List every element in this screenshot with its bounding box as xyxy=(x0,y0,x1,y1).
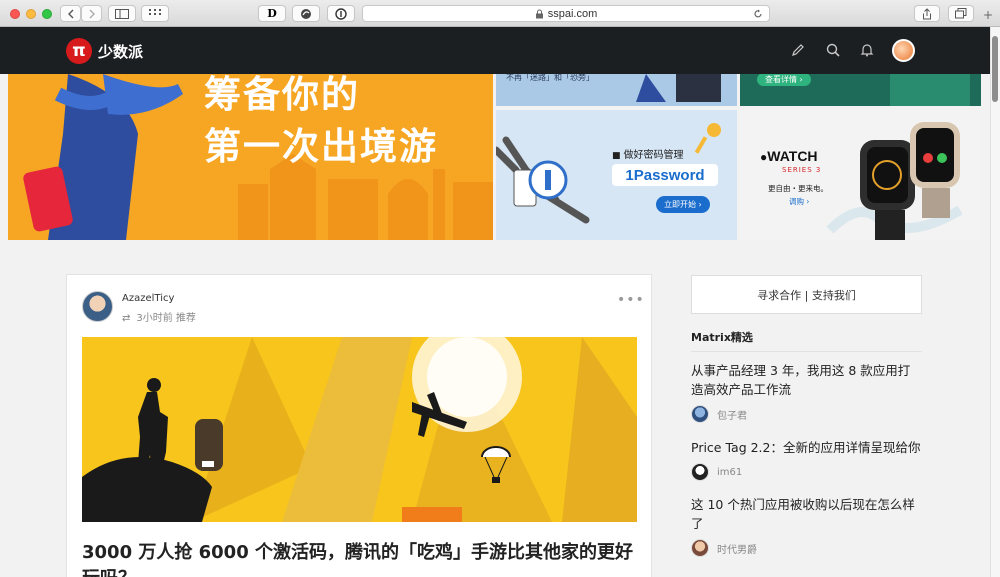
write-button[interactable] xyxy=(790,42,806,58)
tabs-icon xyxy=(955,8,967,19)
cooperation-button[interactable]: 寻求合作 | 支持我们 xyxy=(691,275,922,314)
extension-bird-button[interactable] xyxy=(292,5,320,22)
zoom-window-button[interactable] xyxy=(42,9,52,19)
sidebar-icon xyxy=(115,8,129,19)
author-avatar[interactable] xyxy=(691,463,709,481)
matrix-item-author-name[interactable]: 时代男爵 xyxy=(717,541,757,556)
matrix-item-author-name[interactable]: 包子君 xyxy=(717,407,747,422)
banner-green-button[interactable]: 查看详情 › xyxy=(757,74,811,86)
browser-toolbar: D sspai.com + xyxy=(0,0,1000,27)
article-cover-image[interactable] xyxy=(82,337,637,522)
password-title-row: ■ 做好密码管理 xyxy=(612,146,684,161)
extension-info-button[interactable] xyxy=(327,5,355,22)
search-icon xyxy=(826,43,840,57)
tabs-overview-button[interactable] xyxy=(948,5,974,22)
plus-icon: + xyxy=(983,8,994,22)
scrollbar-thumb[interactable] xyxy=(992,36,998,102)
top-sites-button[interactable] xyxy=(141,5,169,22)
extension-d-button[interactable]: D xyxy=(258,5,286,22)
share-button[interactable] xyxy=(914,5,940,22)
site-header: π 少数派 xyxy=(0,27,990,74)
banner-1password[interactable]: ■ 做好密码管理 1Password 立即开始 › xyxy=(496,110,737,240)
forward-button[interactable] xyxy=(81,5,102,22)
bell-icon xyxy=(860,44,874,57)
banner-headline-line2: 第一次出境游 xyxy=(204,125,438,168)
watch-illustration xyxy=(826,122,963,240)
share-icon xyxy=(923,7,931,19)
author-name[interactable]: AzazelTicy xyxy=(122,293,174,304)
url-text: sspai.com xyxy=(547,7,598,20)
post-meta: ⇄ 3小时前 推荐 xyxy=(122,309,196,324)
watch-tagline: 更自由・更来电。 xyxy=(768,184,828,193)
info-circle-icon xyxy=(335,7,347,20)
matrix-item-title[interactable]: 这 10 个热门应用被收购以后现在怎么样了 xyxy=(691,495,922,533)
lock-icon xyxy=(535,9,543,18)
matrix-item-author: 时代男爵 xyxy=(691,539,922,557)
banner-green-promo[interactable]: 查看详情 › xyxy=(740,74,981,106)
author-avatar[interactable] xyxy=(82,291,113,322)
matrix-item-author: im61 xyxy=(691,463,922,481)
padlock-icon: ■ xyxy=(612,151,621,161)
matrix-item-author: 包子君 xyxy=(691,405,922,423)
matrix-item[interactable]: Price Tag 2.2：全新的应用详情呈现给你 im61 xyxy=(691,438,922,481)
bird-icon xyxy=(301,8,311,19)
more-options-button[interactable]: ••• xyxy=(617,292,645,308)
article-title[interactable]: 3000 万人抢 6000 个激活码，腾讯的「吃鸡」手游比其他家的更好玩吗？ xyxy=(82,540,642,577)
close-window-button[interactable] xyxy=(10,9,20,19)
watch-buy-link[interactable]: 调购 › xyxy=(789,196,809,207)
address-bar[interactable]: sspai.com xyxy=(362,5,770,22)
matrix-item[interactable]: 这 10 个热门应用被收购以后现在怎么样了 时代男爵 xyxy=(691,495,922,557)
minimize-window-button[interactable] xyxy=(26,9,36,19)
grid-icon xyxy=(149,9,161,15)
search-button[interactable] xyxy=(825,42,841,58)
repost-icon: ⇄ xyxy=(122,313,131,324)
sidebar-toggle-button[interactable] xyxy=(108,5,136,22)
scrollbar-track[interactable] xyxy=(990,27,1000,577)
article-card[interactable]: AzazelTicy ⇄ 3小时前 推荐 ••• 3000 万人抢 6000 个… xyxy=(66,274,652,577)
password-brand: 1Password xyxy=(612,164,718,186)
logo-icon[interactable]: π xyxy=(66,38,92,64)
cover-illustration xyxy=(82,337,637,522)
matrix-item[interactable]: 从事产品经理 3 年，我用这 8 款应用打造高效产品工作流 包子君 xyxy=(691,361,922,423)
matrix-item-title[interactable]: 从事产品经理 3 年，我用这 8 款应用打造高效产品工作流 xyxy=(691,361,922,399)
chevron-right-icon xyxy=(89,9,95,18)
matrix-item-author-name[interactable]: im61 xyxy=(717,467,742,478)
watch-title-row: ●WATCH xyxy=(760,148,818,164)
author-avatar[interactable] xyxy=(691,405,709,423)
matrix-item-title[interactable]: Price Tag 2.2：全新的应用详情呈现给你 xyxy=(691,438,922,457)
notifications-button[interactable] xyxy=(859,42,875,58)
chevron-left-icon xyxy=(67,9,73,18)
extension-d-icon: D xyxy=(267,7,277,20)
post-meta-text: 3小时前 推荐 xyxy=(136,313,196,324)
page: D sspai.com + π 少数派 筹备你的 第一次出境游 不再「迷路」和「… xyxy=(0,0,1000,577)
pencil-icon xyxy=(792,44,804,56)
matrix-section-title: Matrix精选 xyxy=(691,329,922,352)
back-button[interactable] xyxy=(60,5,81,22)
new-tab-button[interactable]: + xyxy=(983,8,993,22)
banner-map-text: 不再「迷路」和「恐旁」 xyxy=(506,74,594,82)
watch-brand: WATCH xyxy=(767,148,818,164)
banner-apple-watch[interactable]: ●WATCH SERIES 3 更自由・更来电。 调购 › xyxy=(740,110,981,240)
watch-series: SERIES 3 xyxy=(782,166,822,174)
banner-map-app[interactable]: 不再「迷路」和「恐旁」 xyxy=(496,74,737,106)
password-title: 做好密码管理 xyxy=(623,150,684,161)
user-avatar[interactable] xyxy=(892,39,915,62)
site-name[interactable]: 少数派 xyxy=(98,41,143,62)
author-avatar[interactable] xyxy=(691,539,709,557)
banner-headline-line1: 筹备你的 xyxy=(204,74,360,116)
banner-travel[interactable]: 筹备你的 第一次出境游 xyxy=(8,74,493,240)
reload-icon[interactable] xyxy=(753,9,763,19)
password-start-button[interactable]: 立即开始 › xyxy=(656,196,710,213)
